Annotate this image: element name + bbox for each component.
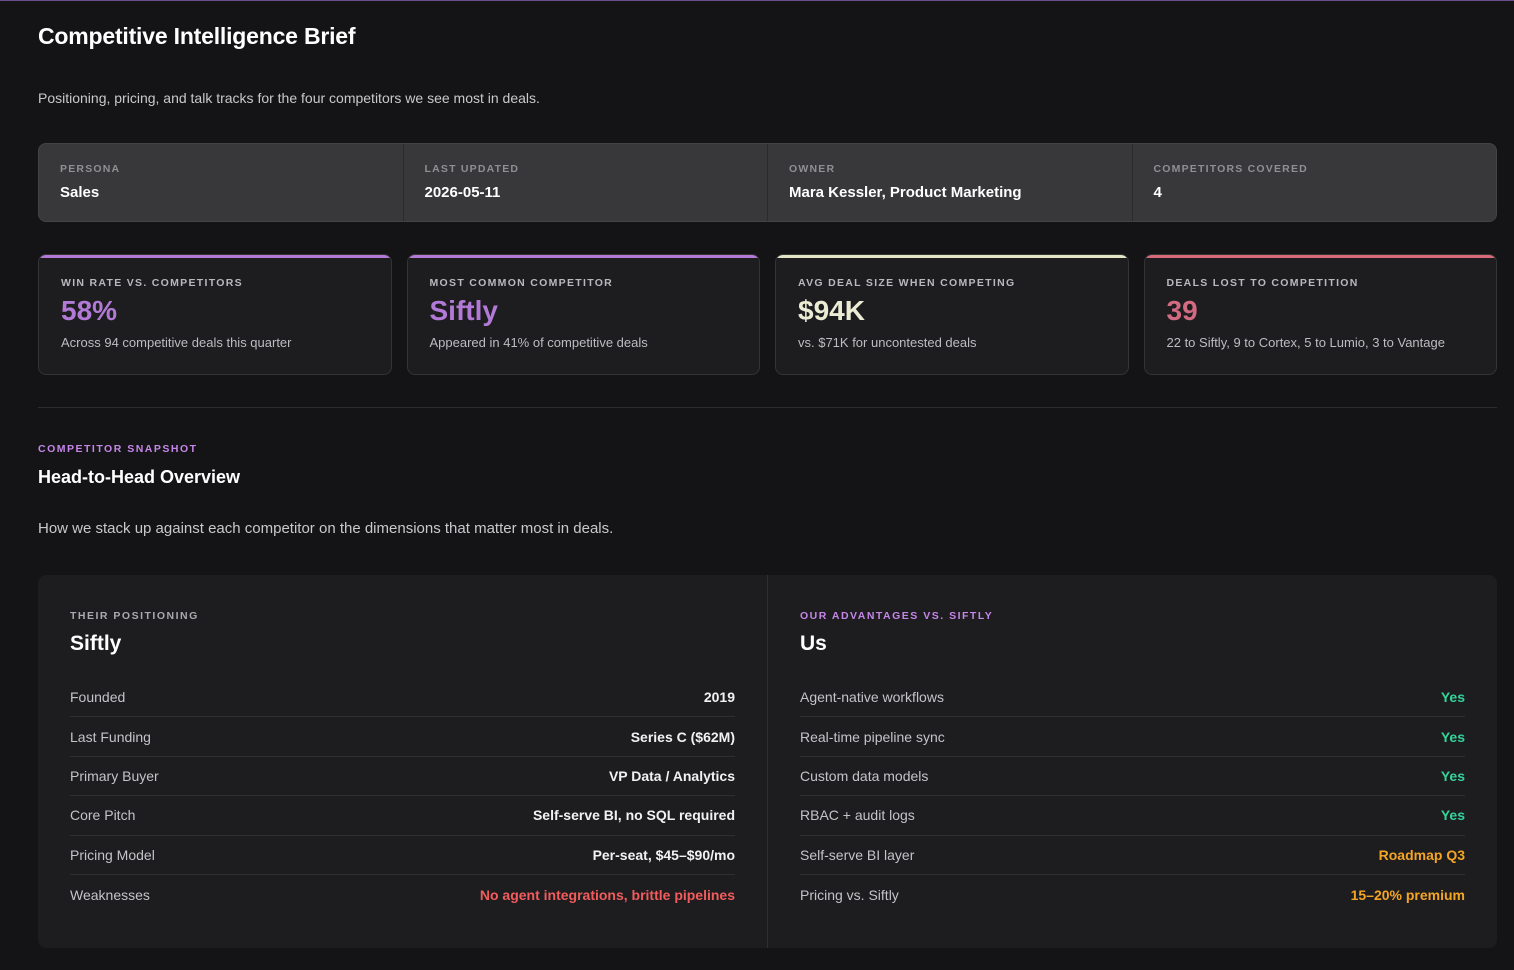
row-label: Core Pitch	[70, 807, 136, 824]
kpi-subtext: Across 94 competitive deals this quarter	[61, 335, 292, 350]
kpi-accent-bar	[1144, 255, 1496, 258]
row-label: RBAC + audit logs	[800, 807, 915, 824]
meta-value: 4	[1153, 184, 1162, 201]
row-label: Pricing vs. Siftly	[800, 886, 899, 903]
meta-label: Persona	[60, 163, 121, 175]
section-description: How we stack up against each competitor …	[38, 520, 614, 537]
meta-bar: Persona Sales Last Updated 2026-05-11 Ow…	[38, 143, 1497, 222]
comparison-panel: Their Positioning Siftly Founded 2019 Las…	[38, 575, 1497, 948]
kpi-label: Most Common Competitor	[429, 277, 614, 289]
row-label: Self-serve BI layer	[800, 846, 915, 863]
row-value: 2019	[703, 689, 735, 706]
kpi-subtext: Appeared in 41% of competitive deals	[429, 335, 648, 350]
section-divider	[38, 407, 1497, 408]
kpi-card-deals-lost: Deals Lost to Competition 39 22 to Siftl…	[1143, 254, 1497, 375]
column-title: Siftly	[70, 632, 122, 655]
section-title: Head-to-Head Overview	[38, 467, 241, 487]
table-row: Custom data models Yes	[800, 757, 1465, 797]
table-row: Pricing Model Per-seat, $45–$90/mo	[70, 836, 735, 875]
meta-label: Last Updated	[424, 163, 520, 175]
meta-last-updated: Last Updated 2026-05-11	[404, 144, 768, 221]
row-label: Real-time pipeline sync	[800, 728, 945, 745]
table-row: Core Pitch Self-serve BI, no SQL required	[70, 796, 735, 836]
row-label: Custom data models	[800, 767, 929, 784]
row-value: 15–20% premium	[1350, 886, 1465, 903]
table-row: Weaknesses No agent integrations, brittle…	[70, 875, 735, 914]
meta-value: Mara Kessler, Product Marketing	[789, 184, 1022, 201]
attribute-list: Founded 2019 Last Funding Series C ($62M) …	[70, 678, 735, 914]
table-row: Pricing vs. Siftly 15–20% premium	[800, 875, 1465, 914]
row-value: No agent integrations, brittle pipelines	[479, 886, 735, 903]
row-label: Primary Buyer	[70, 767, 159, 784]
kpi-row: Win Rate vs. Competitors 58% Across 94 c…	[38, 254, 1497, 375]
attribute-list: Agent-native workflows Yes Real-time pipe…	[800, 678, 1465, 914]
row-value: Yes	[1440, 728, 1465, 745]
kpi-card-avg-deal-size: Avg Deal Size When Competing $94K vs. $7…	[775, 254, 1129, 375]
kpi-label: Deals Lost to Competition	[1166, 277, 1359, 289]
kpi-accent-bar	[776, 255, 1128, 258]
row-value: VP Data / Analytics	[608, 767, 735, 784]
meta-value: Sales	[60, 184, 100, 201]
table-row: Founded 2019	[70, 678, 735, 718]
our-advantages-column: Our Advantages vs. Siftly Us Agent-nativ…	[767, 575, 1497, 948]
page-title: Competitive Intelligence Brief	[38, 23, 356, 49]
column-eyebrow: Their Positioning	[70, 610, 199, 622]
table-row: RBAC + audit logs Yes	[800, 796, 1465, 836]
table-row: Real-time pipeline sync Yes	[800, 717, 1465, 757]
row-value: Yes	[1440, 767, 1465, 784]
row-value: Roadmap Q3	[1378, 846, 1465, 863]
kpi-accent-bar	[407, 255, 759, 258]
row-value: Yes	[1440, 807, 1465, 824]
page-subtitle: Positioning, pricing, and talk tracks fo…	[38, 90, 540, 106]
meta-competitors-covered: Competitors Covered 4	[1133, 144, 1497, 221]
table-row: Primary Buyer VP Data / Analytics	[70, 757, 735, 797]
kpi-accent-bar	[39, 255, 391, 258]
table-row: Last Funding Series C ($62M)	[70, 717, 735, 757]
row-label: Founded	[70, 689, 126, 706]
kpi-value: $94K	[798, 295, 865, 326]
table-row: Self-serve BI layer Roadmap Q3	[800, 836, 1465, 875]
kpi-subtext: vs. $71K for uncontested deals	[798, 335, 977, 350]
row-value: Yes	[1440, 689, 1465, 706]
meta-value: 2026-05-11	[424, 184, 501, 201]
meta-label: Owner	[789, 163, 836, 175]
column-title: Us	[800, 632, 827, 655]
row-label: Last Funding	[70, 728, 151, 745]
meta-persona: Persona Sales	[39, 144, 404, 221]
kpi-card-most-common-competitor: Most Common Competitor Siftly Appeared i…	[406, 254, 760, 375]
table-row: Agent-native workflows Yes	[800, 678, 1465, 718]
row-label: Pricing Model	[70, 846, 155, 863]
kpi-value: 39	[1166, 295, 1198, 326]
row-label: Weaknesses	[70, 886, 150, 903]
column-eyebrow: Our Advantages vs. Siftly	[800, 610, 994, 622]
kpi-value: 58%	[61, 295, 118, 326]
kpi-card-win-rate: Win Rate vs. Competitors 58% Across 94 c…	[38, 254, 392, 375]
kpi-label: Win Rate vs. Competitors	[61, 277, 243, 289]
section-eyebrow: Competitor Snapshot	[38, 443, 198, 455]
kpi-subtext: 22 to Siftly, 9 to Cortex, 5 to Lumio, 3…	[1166, 335, 1445, 350]
meta-owner: Owner Mara Kessler, Product Marketing	[768, 144, 1133, 221]
row-label: Agent-native workflows	[800, 689, 944, 706]
competitor-column: Their Positioning Siftly Founded 2019 Las…	[38, 575, 767, 948]
row-value: Per-seat, $45–$90/mo	[592, 846, 735, 863]
meta-label: Competitors Covered	[1153, 163, 1308, 175]
kpi-value: Siftly	[429, 295, 498, 326]
row-value: Self-serve BI, no SQL required	[532, 807, 735, 824]
row-value: Series C ($62M)	[630, 728, 735, 745]
kpi-label: Avg Deal Size When Competing	[798, 277, 1016, 289]
